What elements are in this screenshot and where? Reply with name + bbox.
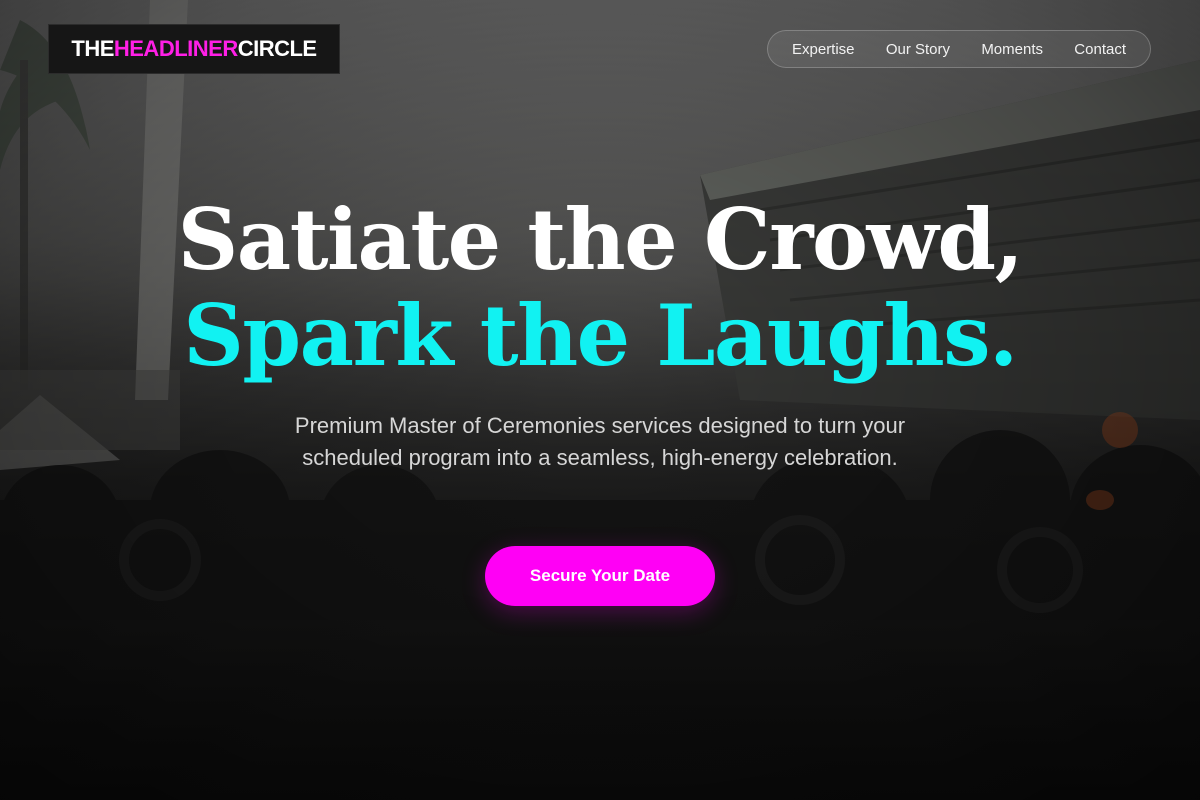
logo-word-the: THE [71,36,114,61]
headline-line-1: Satiate the Crowd, [177,190,1024,289]
logo-word-circle: CIRCLE [237,36,317,61]
nav-item-contact[interactable]: Contact [1074,41,1126,58]
nav-item-expertise[interactable]: Expertise [792,41,855,58]
hero-headline: Satiate the Crowd, Spark the Laughs. [0,192,1200,384]
site-logo[interactable]: THE HEADLINER CIRCLE [48,24,340,74]
headline-line-2: Spark the Laughs. [183,286,1018,385]
main-navigation: Expertise Our Story Moments Contact [767,30,1151,68]
nav-item-moments[interactable]: Moments [981,41,1043,58]
nav-item-our-story[interactable]: Our Story [886,41,950,58]
hero-section: THE HEADLINER CIRCLE Expertise Our Story… [0,0,1200,800]
background-dim-overlay [0,0,1200,800]
secure-your-date-button[interactable]: Secure Your Date [485,546,715,606]
logo-word-headliner: HEADLINER [113,36,238,61]
hero-subtitle: Premium Master of Ceremonies services de… [294,413,906,470]
